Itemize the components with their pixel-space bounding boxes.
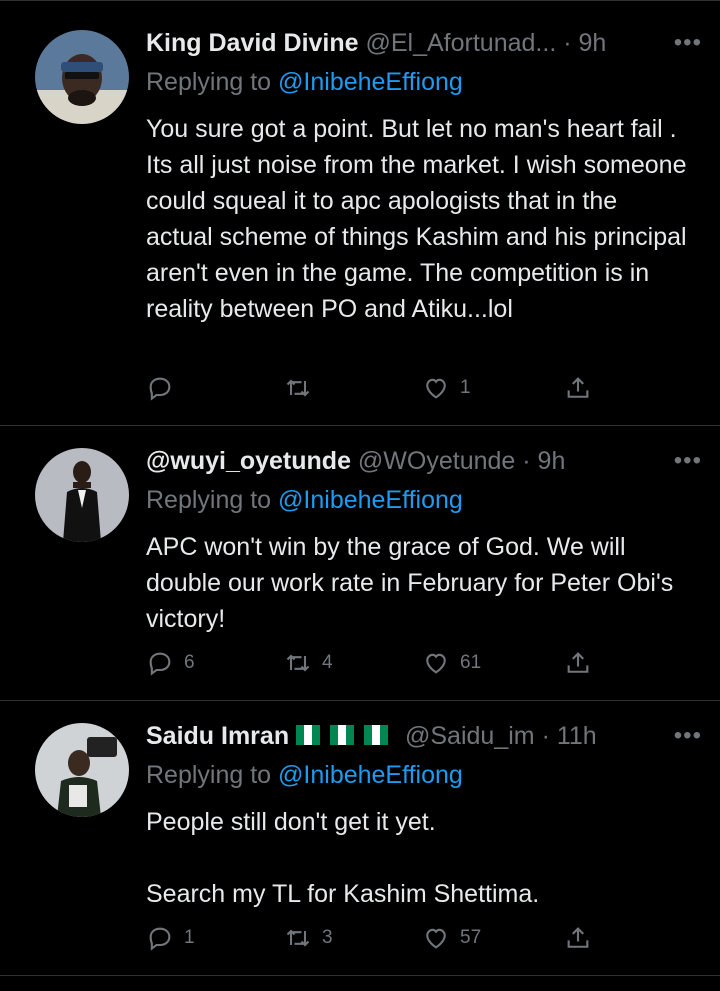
heart-icon bbox=[426, 653, 446, 674]
more-options-icon[interactable]: ••• bbox=[674, 721, 702, 751]
like-count: 57 bbox=[460, 927, 482, 948]
like-count: 1 bbox=[460, 377, 471, 398]
retweet-icon bbox=[286, 929, 310, 947]
action-bar: 1 bbox=[146, 371, 606, 405]
avatar[interactable] bbox=[35, 30, 129, 124]
share-button[interactable] bbox=[564, 371, 592, 405]
retweet-count: 3 bbox=[322, 927, 333, 948]
separator-dot: · bbox=[541, 722, 550, 750]
like-button[interactable]: 1 bbox=[422, 371, 471, 405]
replying-to: Replying to @InibeheEffiong bbox=[146, 759, 463, 791]
tweet-1[interactable]: King David Divine @El_Afortunad... · 9h … bbox=[0, 0, 720, 425]
share-icon bbox=[567, 927, 589, 948]
nigeria-flag-icon bbox=[364, 725, 390, 746]
separator-dot: · bbox=[522, 447, 531, 475]
retweet-button[interactable] bbox=[284, 371, 322, 405]
share-icon bbox=[567, 377, 589, 398]
share-button[interactable] bbox=[564, 646, 592, 680]
more-options-icon[interactable]: ••• bbox=[674, 28, 702, 58]
retweet-count: 4 bbox=[322, 652, 333, 673]
share-button[interactable] bbox=[564, 921, 592, 955]
display-name[interactable]: King David Divine bbox=[146, 29, 359, 57]
reply-icon bbox=[149, 652, 171, 676]
reply-button[interactable] bbox=[146, 371, 184, 405]
action-bar: 1 3 57 bbox=[146, 921, 606, 955]
mention-link[interactable]: @InibeheEffiong bbox=[278, 486, 463, 514]
like-button[interactable]: 57 bbox=[422, 921, 481, 955]
share-icon bbox=[567, 652, 589, 673]
replying-to: Replying to @InibeheEffiong bbox=[146, 66, 463, 98]
divider bbox=[0, 975, 720, 976]
mention-link[interactable]: @InibeheEffiong bbox=[278, 761, 463, 789]
tweet-header: Saidu Imran @Saidu_im · 11h bbox=[146, 719, 700, 753]
separator-dot: · bbox=[563, 29, 572, 57]
tweet-header: King David Divine @El_Afortunad... · 9h bbox=[146, 26, 700, 60]
tweet-text: You sure got a point. But let no man's h… bbox=[146, 115, 694, 323]
user-handle[interactable]: @El_Afortunad... bbox=[366, 29, 557, 57]
nigeria-flag-icon bbox=[296, 725, 322, 746]
reply-count: 1 bbox=[184, 927, 195, 948]
mention-link[interactable]: @InibeheEffiong bbox=[278, 68, 463, 96]
retweet-button[interactable]: 3 bbox=[284, 921, 333, 955]
tweet-header: @wuyi_oyetunde @WOyetunde · 9h bbox=[146, 444, 700, 478]
more-options-icon[interactable]: ••• bbox=[674, 446, 702, 476]
action-bar: 6 4 61 bbox=[146, 646, 606, 680]
reply-count: 6 bbox=[184, 652, 195, 673]
display-name[interactable]: @wuyi_oyetunde bbox=[146, 447, 351, 475]
timestamp[interactable]: 9h bbox=[538, 447, 566, 475]
replying-prefix: Replying to bbox=[146, 486, 279, 514]
tweet-3[interactable]: Saidu Imran @Saidu_im · 11h ••• Replying… bbox=[0, 700, 720, 975]
reply-button[interactable]: 6 bbox=[146, 646, 195, 680]
replying-to: Replying to @InibeheEffiong bbox=[146, 484, 463, 516]
reply-button[interactable]: 1 bbox=[146, 921, 195, 955]
timestamp[interactable]: 9h bbox=[579, 29, 607, 57]
heart-icon bbox=[426, 928, 446, 949]
nigeria-flag-icon bbox=[330, 725, 356, 746]
replying-prefix: Replying to bbox=[146, 761, 279, 789]
reply-icon bbox=[149, 927, 171, 951]
tweet-text: People still don't get it yet. Search my… bbox=[146, 808, 540, 908]
replying-prefix: Replying to bbox=[146, 68, 279, 96]
retweet-icon bbox=[286, 654, 310, 672]
avatar[interactable] bbox=[35, 723, 129, 817]
user-handle[interactable]: @Saidu_im bbox=[405, 722, 535, 750]
heart-icon bbox=[426, 378, 446, 399]
like-button[interactable]: 61 bbox=[422, 646, 481, 680]
timestamp[interactable]: 11h bbox=[557, 722, 597, 750]
retweet-icon bbox=[286, 379, 310, 397]
tweet-2[interactable]: @wuyi_oyetunde @WOyetunde · 9h ••• Reply… bbox=[0, 425, 720, 700]
retweet-button[interactable]: 4 bbox=[284, 646, 333, 680]
display-name[interactable]: Saidu Imran bbox=[146, 722, 289, 750]
like-count: 61 bbox=[460, 652, 482, 673]
reply-icon bbox=[149, 377, 171, 401]
user-handle[interactable]: @WOyetunde bbox=[358, 447, 515, 475]
tweet-text: APC won't win by the grace of God. We wi… bbox=[146, 533, 681, 633]
avatar[interactable] bbox=[35, 448, 129, 542]
